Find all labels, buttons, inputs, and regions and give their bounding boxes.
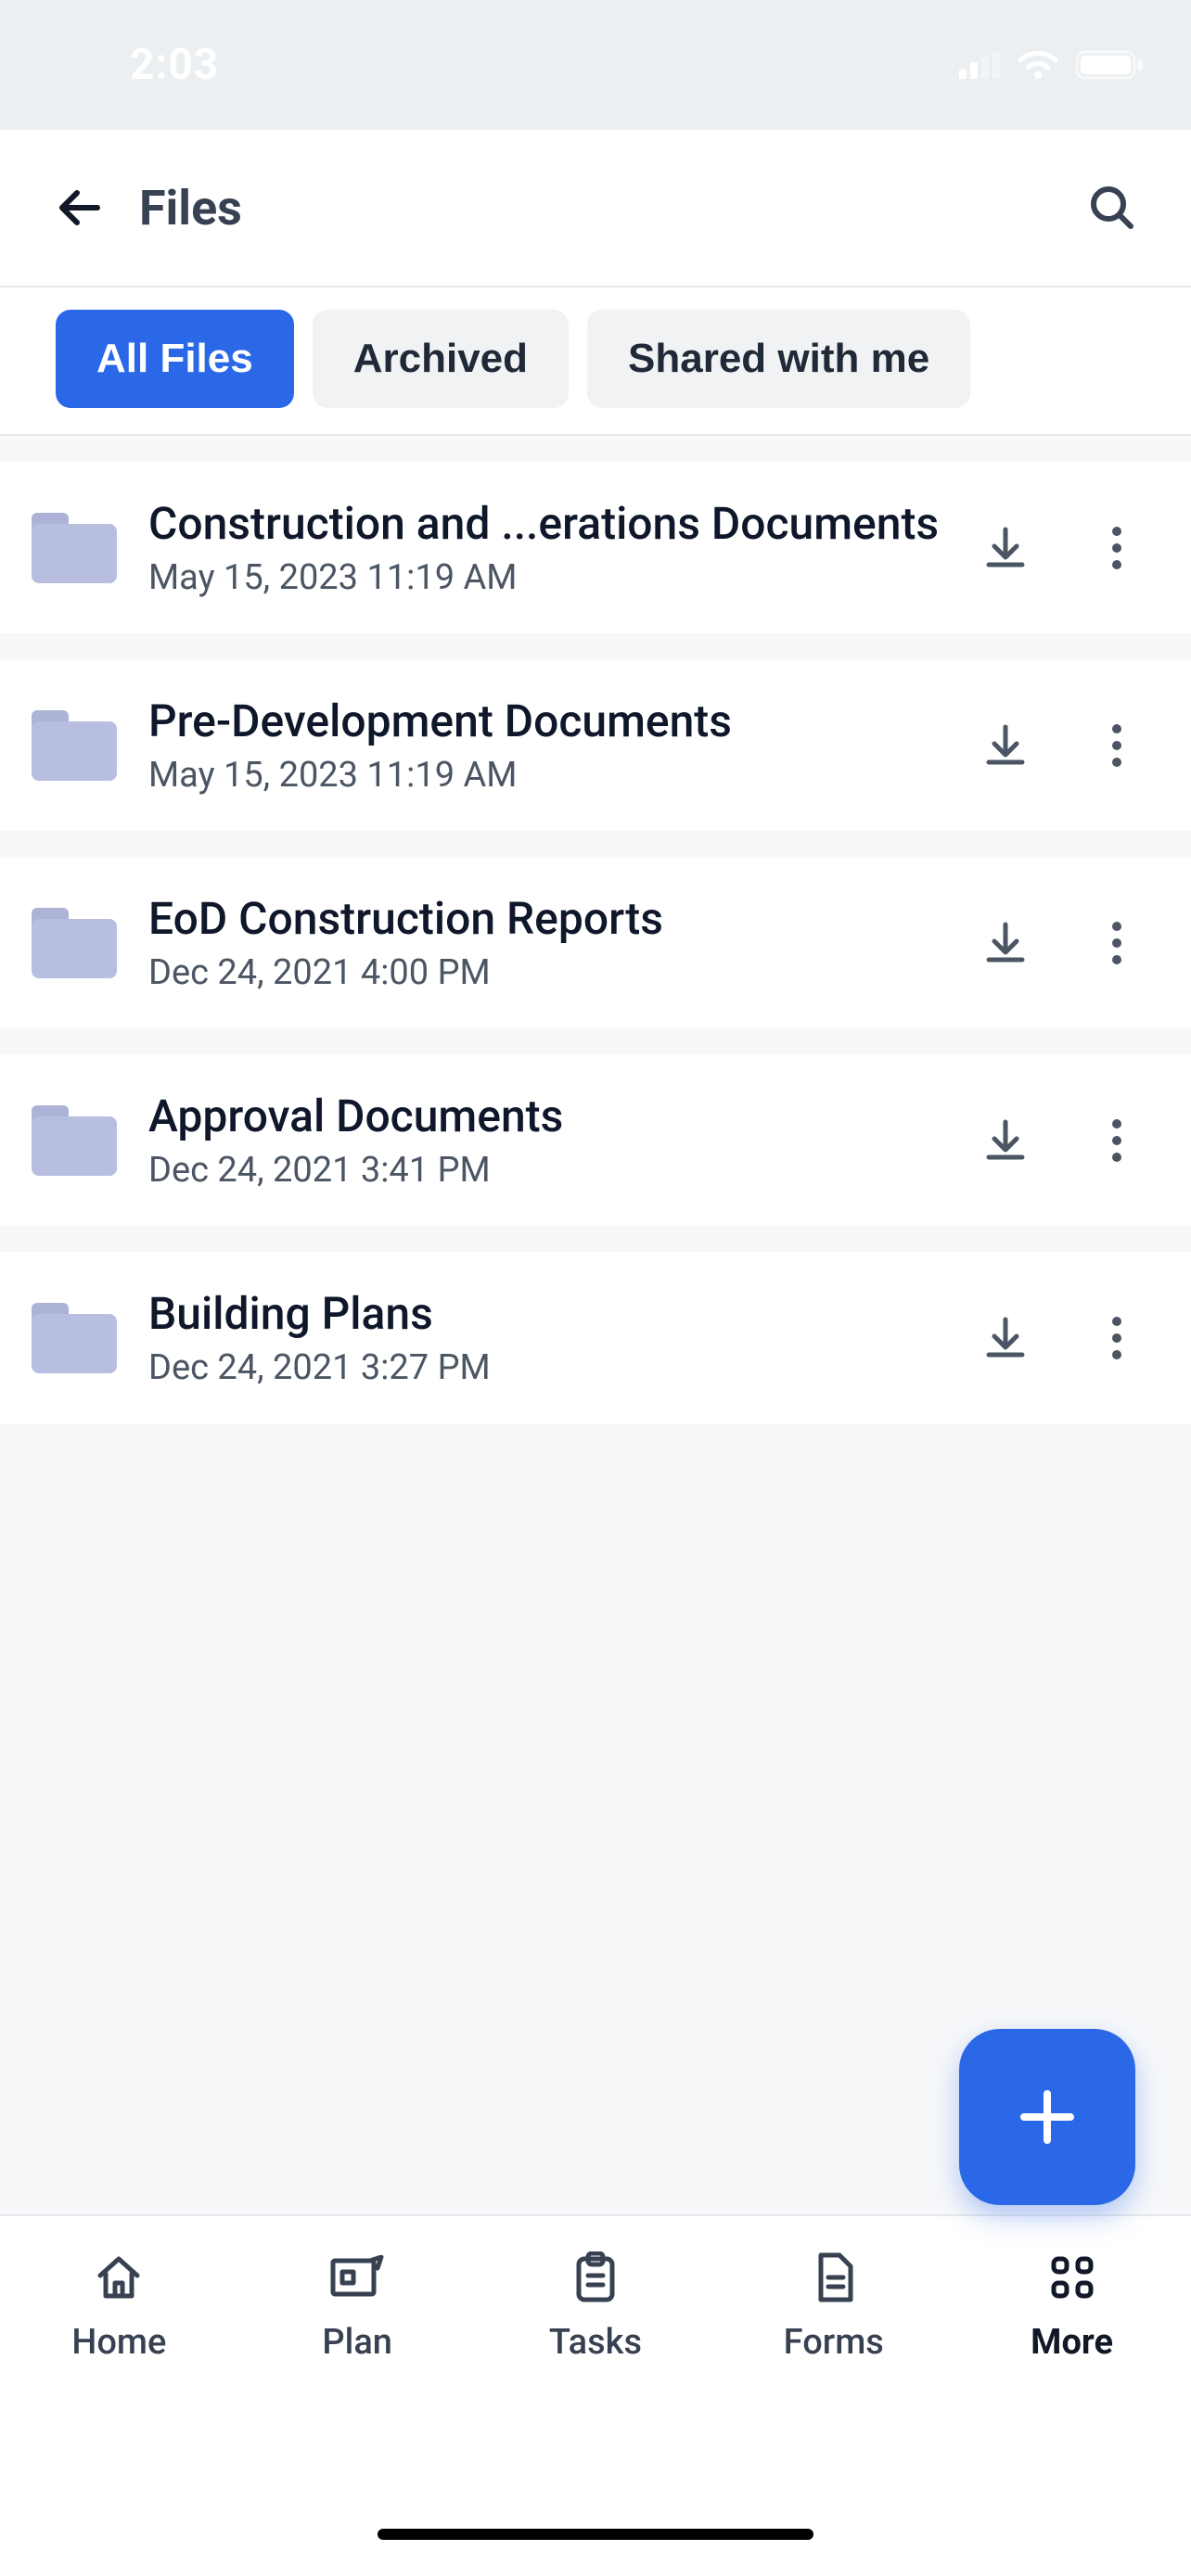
file-date: May 15, 2023 11:19 AM: [148, 755, 959, 796]
download-icon: [981, 1314, 1030, 1362]
filter-tab-label: Shared with me: [628, 336, 929, 381]
download-icon: [981, 919, 1030, 967]
add-button[interactable]: [959, 2029, 1135, 2205]
filter-tab-label: All Files: [96, 336, 253, 381]
download-button[interactable]: [978, 520, 1033, 576]
download-button[interactable]: [978, 915, 1033, 971]
file-row[interactable]: Pre-Development Documents May 15, 2023 11…: [0, 659, 1191, 831]
status-time: 2:03: [130, 40, 219, 90]
app-bar: Files: [0, 130, 1191, 287]
file-name: Building Plans: [148, 1287, 959, 1340]
folder-icon: [28, 513, 121, 583]
back-button[interactable]: [46, 175, 111, 240]
home-indicator-area: [0, 2493, 1191, 2576]
cellular-icon: [959, 51, 1000, 79]
filter-tab-shared-with-me[interactable]: Shared with me: [587, 310, 970, 408]
nav-label: Forms: [784, 2322, 884, 2363]
filter-tab-all-files[interactable]: All Files: [56, 310, 294, 408]
more-options-button[interactable]: [1089, 1113, 1145, 1168]
download-icon: [981, 1116, 1030, 1165]
tasks-icon: [568, 2250, 623, 2305]
file-name: Approval Documents: [148, 1090, 959, 1142]
filter-tab-archived[interactable]: Archived: [313, 310, 569, 408]
nav-label: Home: [71, 2322, 166, 2363]
bottom-nav: Home Plan Tasks Forms More: [0, 2214, 1191, 2493]
file-row[interactable]: Approval Documents Dec 24, 2021 3:41 PM: [0, 1054, 1191, 1226]
file-date: Dec 24, 2021 3:41 PM: [148, 1150, 959, 1191]
nav-item-more[interactable]: More: [980, 2250, 1165, 2363]
more-options-button[interactable]: [1089, 915, 1145, 971]
download-icon: [981, 721, 1030, 770]
file-row[interactable]: EoD Construction Reports Dec 24, 2021 4:0…: [0, 857, 1191, 1028]
folder-icon: [28, 1105, 121, 1176]
nav-label: Plan: [322, 2322, 392, 2363]
folder-icon: [28, 908, 121, 978]
home-indicator: [378, 2529, 813, 2540]
file-name: EoD Construction Reports: [148, 892, 959, 945]
file-row[interactable]: Building Plans Dec 24, 2021 3:27 PM: [0, 1252, 1191, 1423]
file-name: Construction and ...erations Documents: [148, 497, 959, 550]
plan-icon: [329, 2250, 385, 2305]
download-button[interactable]: [978, 718, 1033, 773]
more-vertical-icon: [1110, 721, 1123, 770]
download-button[interactable]: [978, 1113, 1033, 1168]
filter-tab-label: Archived: [353, 336, 528, 381]
file-row[interactable]: Construction and ...erations Documents Ma…: [0, 462, 1191, 633]
nav-label: Tasks: [549, 2322, 642, 2363]
more-vertical-icon: [1110, 1314, 1123, 1362]
more-options-button[interactable]: [1089, 520, 1145, 576]
search-icon: [1086, 182, 1138, 234]
download-button[interactable]: [978, 1310, 1033, 1366]
nav-item-home[interactable]: Home: [26, 2250, 211, 2363]
file-date: Dec 24, 2021 4:00 PM: [148, 952, 959, 993]
forms-icon: [806, 2250, 862, 2305]
filter-tabs: All Files Archived Shared with me: [0, 287, 1191, 436]
folder-icon: [28, 1303, 121, 1373]
battery-icon: [1076, 49, 1145, 81]
file-list: Construction and ...erations Documents Ma…: [0, 436, 1191, 2214]
file-date: May 15, 2023 11:19 AM: [148, 557, 959, 598]
more-vertical-icon: [1110, 919, 1123, 967]
nav-label: More: [1031, 2322, 1113, 2363]
file-name: Pre-Development Documents: [148, 695, 959, 747]
nav-item-plan[interactable]: Plan: [264, 2250, 450, 2363]
file-date: Dec 24, 2021 3:27 PM: [148, 1347, 959, 1388]
nav-item-tasks[interactable]: Tasks: [503, 2250, 688, 2363]
page-title: Files: [139, 180, 242, 236]
arrow-left-icon: [53, 182, 105, 234]
status-icons: [959, 49, 1145, 81]
more-icon: [1044, 2250, 1100, 2305]
plus-icon: [1015, 2085, 1080, 2149]
more-options-button[interactable]: [1089, 718, 1145, 773]
more-vertical-icon: [1110, 524, 1123, 572]
home-icon: [91, 2250, 147, 2305]
search-button[interactable]: [1080, 175, 1145, 240]
more-vertical-icon: [1110, 1116, 1123, 1165]
nav-item-forms[interactable]: Forms: [741, 2250, 927, 2363]
status-bar: 2:03: [0, 0, 1191, 130]
folder-icon: [28, 710, 121, 781]
more-options-button[interactable]: [1089, 1310, 1145, 1366]
wifi-icon: [1017, 49, 1059, 81]
download-icon: [981, 524, 1030, 572]
